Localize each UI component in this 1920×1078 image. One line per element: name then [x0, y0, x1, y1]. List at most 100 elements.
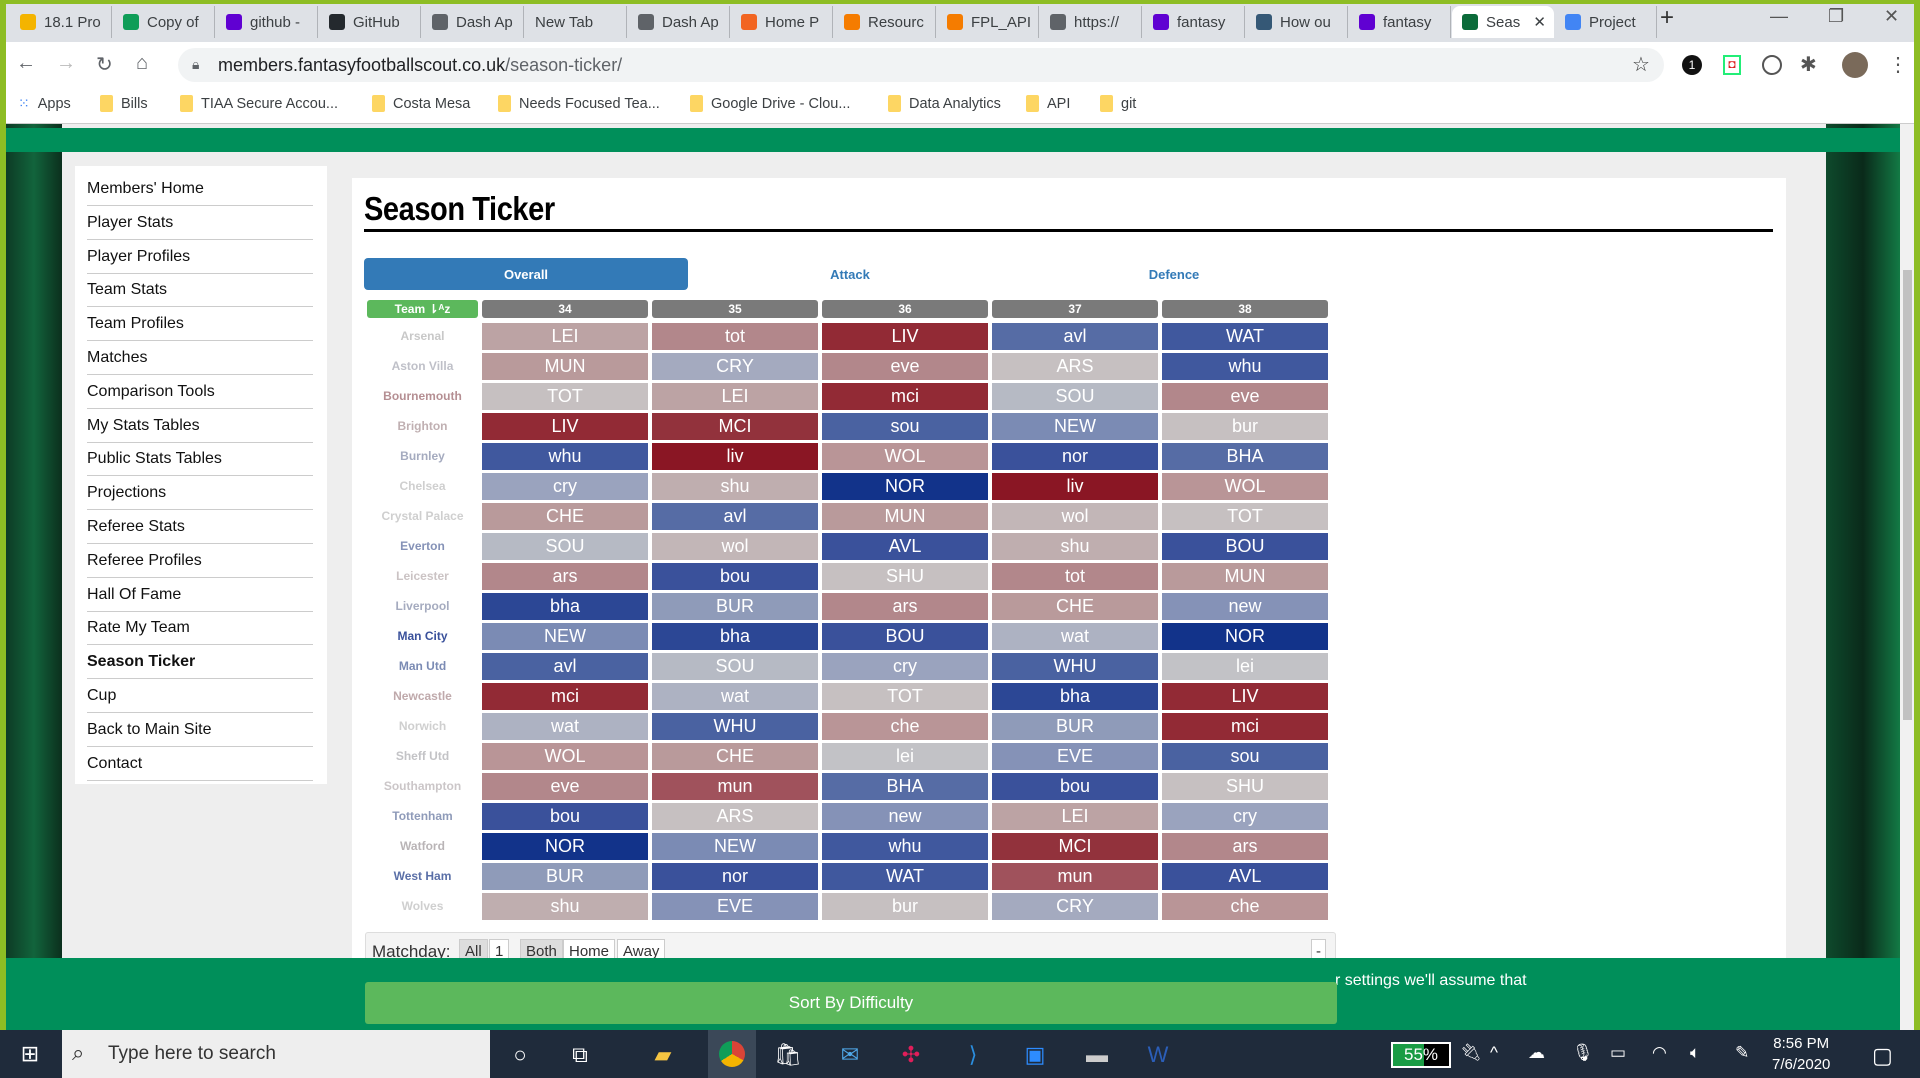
- windows-start-icon[interactable]: ⊞: [12, 1036, 48, 1072]
- wifi-icon[interactable]: ◠: [1652, 1043, 1667, 1063]
- sidebar-item[interactable]: Members' Home: [87, 172, 313, 206]
- bookmark-item[interactable]: API: [1026, 95, 1070, 112]
- team-name[interactable]: Leicester: [367, 561, 478, 591]
- scrollbar-thumb[interactable]: [1903, 270, 1912, 720]
- cortana-icon[interactable]: ○: [502, 1037, 538, 1073]
- gameweek-header[interactable]: 38: [1162, 300, 1328, 318]
- gameweek-header[interactable]: 37: [992, 300, 1158, 318]
- close-window-button[interactable]: ✕: [1884, 6, 1899, 27]
- clock[interactable]: 8:56 PM 7/6/2020: [1772, 1035, 1830, 1073]
- sidebar-item[interactable]: Matches: [87, 341, 313, 375]
- gameweek-header[interactable]: 35: [652, 300, 818, 318]
- browser-tab[interactable]: Resourc: [834, 6, 936, 38]
- bookmark-item[interactable]: Google Drive - Clou...: [690, 95, 850, 112]
- bookmark-item[interactable]: Needs Focused Tea...: [498, 95, 660, 112]
- slack-icon[interactable]: ✣: [893, 1037, 929, 1073]
- team-name[interactable]: Man Utd: [367, 651, 478, 681]
- sort-by-difficulty-button[interactable]: Sort By Difficulty: [365, 982, 1337, 1024]
- tab-attack[interactable]: Attack: [688, 258, 1012, 290]
- sidebar-item[interactable]: Season Ticker: [87, 645, 313, 680]
- taskbar-search-box[interactable]: Type here to search: [62, 1030, 490, 1078]
- team-sort-header[interactable]: Team ⇂ᴬz: [367, 300, 478, 318]
- team-name[interactable]: Newcastle: [367, 681, 478, 711]
- browser-tab[interactable]: https://: [1040, 6, 1142, 38]
- sidebar-item[interactable]: Contact: [87, 747, 313, 781]
- bookmark-item[interactable]: TIAA Secure Accou...: [180, 95, 338, 112]
- bookmark-star-icon[interactable]: ☆: [1632, 52, 1650, 77]
- team-name[interactable]: Tottenham: [367, 801, 478, 831]
- profile-avatar[interactable]: [1842, 52, 1868, 78]
- chrome-menu-icon[interactable]: ⋮: [1888, 52, 1908, 77]
- browser-tab[interactable]: FPL_API: [937, 6, 1039, 38]
- forward-icon[interactable]: →: [56, 52, 76, 75]
- sidebar-item[interactable]: Public Stats Tables: [87, 442, 313, 477]
- team-name[interactable]: Burnley: [367, 441, 478, 471]
- sidebar-item[interactable]: Team Profiles: [87, 307, 313, 342]
- browser-tab[interactable]: Project: [1555, 6, 1657, 38]
- close-tab-icon[interactable]: ✕: [1533, 13, 1546, 31]
- reload-icon[interactable]: ↻: [96, 52, 113, 77]
- tab-overall[interactable]: Overall: [364, 258, 688, 290]
- battery-indicator[interactable]: 55%: [1391, 1042, 1451, 1068]
- vscode-icon[interactable]: ⟩: [955, 1037, 991, 1073]
- browser-tab[interactable]: Seas ✕: [1452, 6, 1554, 38]
- gameweek-header[interactable]: 34: [482, 300, 648, 318]
- sidebar-item[interactable]: Cup: [87, 679, 313, 713]
- show-hidden-icons[interactable]: ^: [1490, 1043, 1498, 1063]
- browser-tab[interactable]: New Tab: [525, 6, 627, 38]
- bookmark-item[interactable]: Bills: [100, 95, 148, 112]
- bookmark-item[interactable]: Costa Mesa: [372, 95, 470, 112]
- team-name[interactable]: Everton: [367, 531, 478, 561]
- team-name[interactable]: Watford: [367, 831, 478, 861]
- browser-tab[interactable]: Dash Ap: [422, 6, 524, 38]
- bookmark-item[interactable]: Data Analytics: [888, 95, 1001, 112]
- battery-saver-icon[interactable]: ▭: [1610, 1043, 1626, 1063]
- sidebar-item[interactable]: Referee Profiles: [87, 544, 313, 578]
- sidebar-item[interactable]: Comparison Tools: [87, 375, 313, 409]
- volume-icon[interactable]: 🔈︎: [1690, 1043, 1700, 1063]
- mail-icon[interactable]: ✉: [832, 1037, 868, 1073]
- browser-tab[interactable]: github -: [216, 6, 318, 38]
- word-icon[interactable]: W: [1140, 1037, 1176, 1073]
- team-name[interactable]: Aston Villa: [367, 351, 478, 381]
- extension-json-icon[interactable]: [1762, 55, 1782, 75]
- sidebar-item[interactable]: Back to Main Site: [87, 713, 313, 747]
- browser-tab[interactable]: Home P: [731, 6, 833, 38]
- sidebar-item[interactable]: Projections: [87, 476, 313, 511]
- browser-tab[interactable]: fantasy: [1349, 6, 1451, 38]
- team-name[interactable]: Wolves: [367, 891, 478, 921]
- team-name[interactable]: Southampton: [367, 771, 478, 801]
- sidebar-item[interactable]: Rate My Team: [87, 611, 313, 646]
- bookmark-item[interactable]: ⁙ Apps: [18, 95, 71, 112]
- gameweek-header[interactable]: 36: [822, 300, 988, 318]
- sidebar-item[interactable]: Team Stats: [87, 273, 313, 308]
- team-name[interactable]: Arsenal: [367, 321, 478, 351]
- new-tab-button[interactable]: +: [1660, 4, 1674, 32]
- store-icon[interactable]: 🛍︎: [770, 1037, 806, 1073]
- extension-mcafee-icon[interactable]: ◘: [1723, 55, 1741, 75]
- sidebar-item[interactable]: Referee Stats: [87, 510, 313, 544]
- notifications-icon[interactable]: ▢: [1872, 1043, 1893, 1069]
- team-name[interactable]: Sheff Utd: [367, 741, 478, 771]
- terminal-icon[interactable]: ▬: [1079, 1037, 1115, 1073]
- browser-tab[interactable]: How ou: [1246, 6, 1348, 38]
- browser-tab[interactable]: fantasy: [1143, 6, 1245, 38]
- extension-1password-icon[interactable]: 1: [1682, 55, 1702, 75]
- chrome-taskbar-icon[interactable]: [708, 1030, 756, 1078]
- task-view-icon[interactable]: ⧉: [562, 1037, 598, 1073]
- back-icon[interactable]: ←: [16, 52, 36, 75]
- sidebar-item[interactable]: My Stats Tables: [87, 409, 313, 443]
- team-name[interactable]: West Ham: [367, 861, 478, 891]
- sidebar-item[interactable]: Player Profiles: [87, 240, 313, 274]
- onedrive-icon[interactable]: ☁: [1528, 1043, 1545, 1063]
- team-name[interactable]: Liverpool: [367, 591, 478, 621]
- tab-defence[interactable]: Defence: [1012, 258, 1336, 290]
- sidebar-item[interactable]: Hall Of Fame: [87, 578, 313, 612]
- extensions-puzzle-icon[interactable]: ✱: [1800, 52, 1817, 77]
- team-name[interactable]: Chelsea: [367, 471, 478, 501]
- minimize-button[interactable]: —: [1770, 6, 1788, 27]
- team-name[interactable]: Brighton: [367, 411, 478, 441]
- url-text[interactable]: members.fantasyfootballscout.co.uk/seaso…: [218, 55, 622, 76]
- sidebar-item[interactable]: Player Stats: [87, 206, 313, 240]
- team-name[interactable]: Man City: [367, 621, 478, 651]
